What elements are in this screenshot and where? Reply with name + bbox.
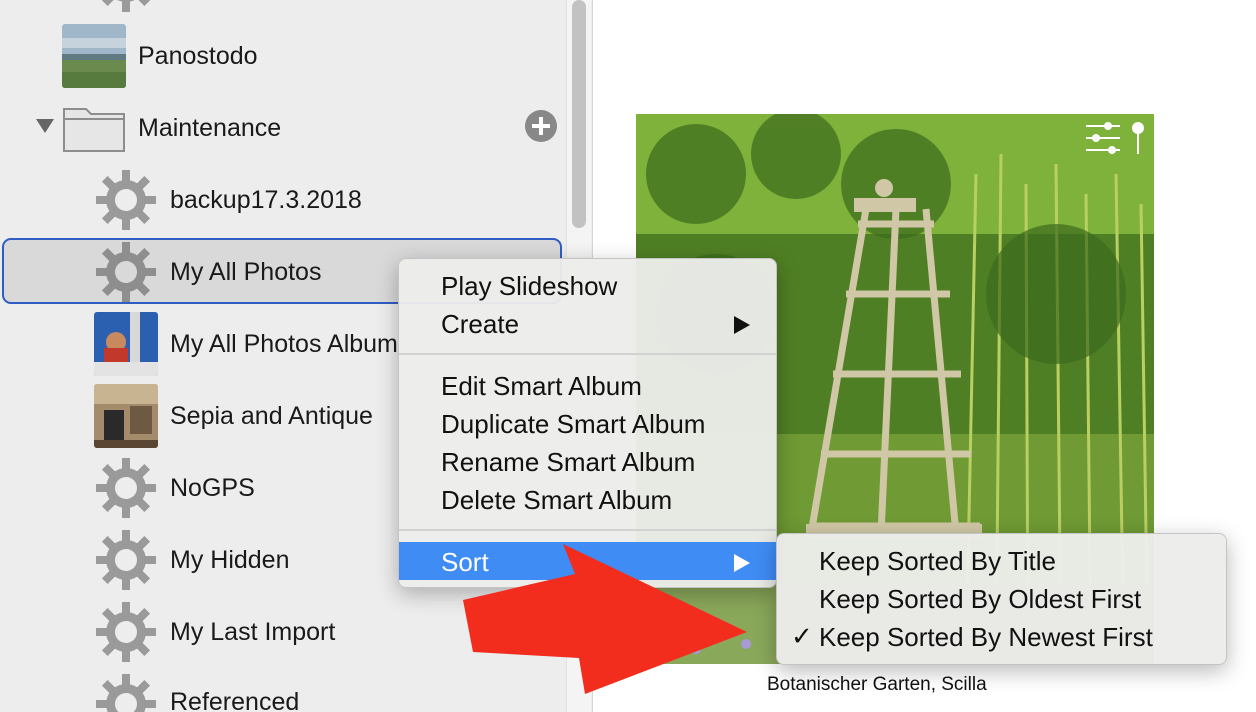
menu-item-delete-smart-album[interactable]: Delete Smart Album: [399, 480, 776, 518]
photo-caption: Botanischer Garten, Scilla: [767, 674, 987, 695]
submenu-item-sort-newest-first[interactable]: ✓ Keep Sorted By Newest First: [777, 617, 1226, 655]
menu-item-play-slideshow[interactable]: Play Slideshow: [399, 266, 776, 304]
annotation-arrow-icon: [463, 544, 747, 694]
scrollbar-thumb[interactable]: [572, 0, 586, 228]
menu-item-label: Play Slideshow: [441, 271, 618, 301]
add-icon[interactable]: [525, 110, 557, 142]
sidebar-item-label: Referenced: [170, 688, 300, 712]
gear-icon: [96, 674, 156, 712]
sidebar-item-label: My Hidden: [170, 546, 290, 574]
submenu-arrow-icon: [734, 316, 750, 334]
submenu-item-sort-by-title[interactable]: Keep Sorted By Title: [777, 541, 1226, 579]
menu-separator: [399, 529, 776, 531]
submenu-item-label: Keep Sorted By Title: [819, 546, 1057, 576]
gear-icon: [96, 170, 156, 230]
sidebar-item-label: NoGPS: [170, 474, 255, 502]
album-thumbnail: [94, 384, 158, 448]
gear-icon: [96, 602, 156, 662]
sort-submenu: Keep Sorted By Title Keep Sorted By Olde…: [776, 533, 1227, 665]
menu-separator: [399, 353, 776, 355]
sidebar-item-label: Panostodo: [138, 42, 258, 70]
submenu-item-label: Keep Sorted By Newest First: [819, 622, 1153, 652]
gear-icon: [101, 0, 151, 12]
menu-item-label: Delete Smart Album: [441, 485, 673, 515]
sidebar-item-label: My All Photos: [170, 258, 322, 286]
menu-item-label: Duplicate Smart Album: [441, 409, 706, 439]
menu-item-label: Create: [441, 309, 520, 339]
menu-item-label: Rename Smart Album: [441, 447, 696, 477]
sidebar-item-label: backup17.3.2018: [170, 186, 362, 214]
menu-item-rename-smart-album[interactable]: Rename Smart Album: [399, 442, 776, 480]
submenu-item-sort-oldest-first[interactable]: Keep Sorted By Oldest First: [777, 579, 1226, 617]
sidebar-item-label: Maintenance: [138, 114, 282, 142]
gear-icon: [96, 242, 156, 302]
album-thumbnail: [94, 312, 158, 376]
adjust-controls-icon[interactable]: [1084, 120, 1148, 156]
gear-icon: [96, 458, 156, 518]
menu-item-create[interactable]: Create: [399, 304, 776, 342]
sidebar-item-label: Sepia and Antique: [170, 402, 373, 430]
sidebar-item-panostodo[interactable]: Panostodo: [0, 20, 566, 92]
menu-item-edit-smart-album[interactable]: Edit Smart Album: [399, 366, 776, 404]
gear-icon: [96, 530, 156, 590]
menu-item-duplicate-smart-album[interactable]: Duplicate Smart Album: [399, 404, 776, 442]
context-menu: Play Slideshow Create Edit Smart Album D…: [398, 258, 777, 588]
landscape-thumbnail: [62, 24, 126, 88]
menu-item-label: Edit Smart Album: [441, 371, 642, 401]
checkmark-icon: ✓: [791, 621, 813, 651]
sidebar-item-label: My All Photos Album: [170, 330, 398, 358]
sidebar-item-label: My Last Import: [170, 618, 336, 646]
sidebar-item-maintenance[interactable]: Maintenance: [0, 92, 566, 164]
submenu-item-label: Keep Sorted By Oldest First: [819, 584, 1142, 614]
sidebar-item-backup[interactable]: backup17.3.2018: [0, 164, 566, 236]
